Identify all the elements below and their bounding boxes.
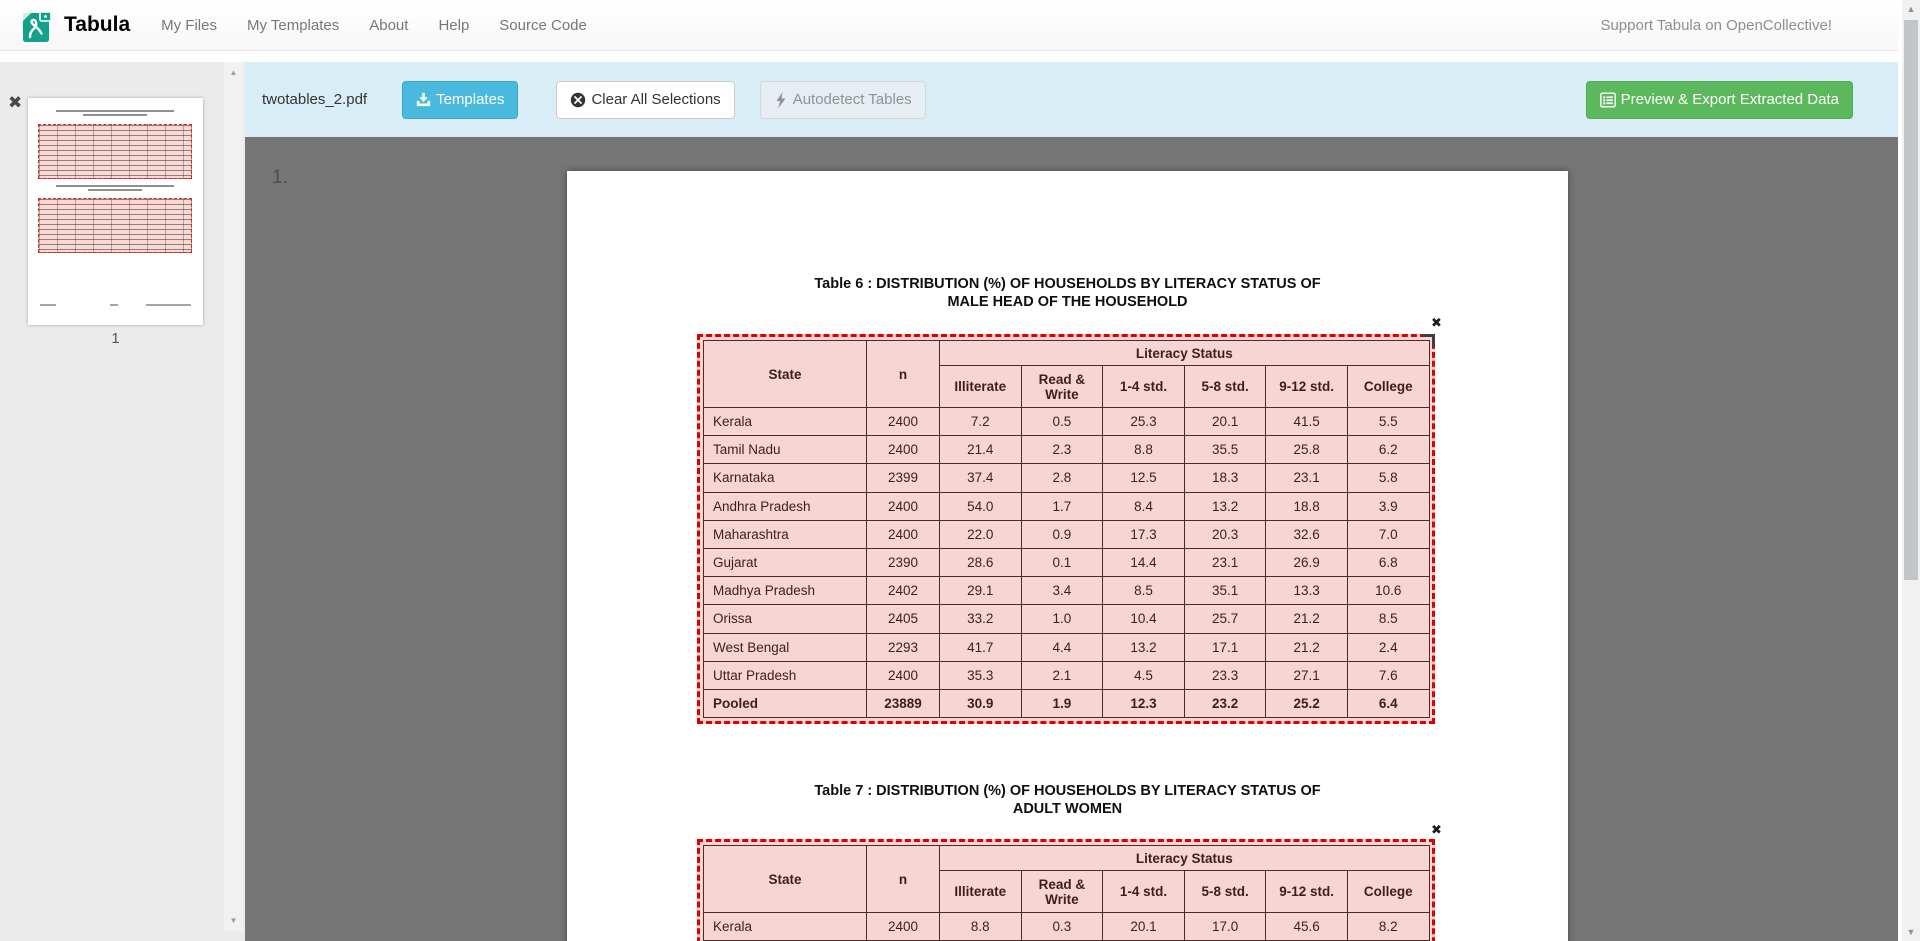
clear-all-selections-button[interactable]: Clear All Selections <box>556 81 734 119</box>
thumbnail-page-number: 1 <box>28 330 203 347</box>
tabula-logo-icon[interactable] <box>22 7 55 43</box>
filename-label: twotables_2.pdf <box>262 91 367 108</box>
table7-title: Table 7 : DISTRIBUTION (%) OF HOUSEHOLDS… <box>567 783 1568 818</box>
selection-close-icon[interactable]: ✖ <box>1431 316 1442 329</box>
scrollbar-thumb[interactable] <box>1904 20 1918 580</box>
thumbnail-text-line <box>83 114 147 116</box>
app-window: Tabula My Files My Templates About Help Sour… <box>0 0 1920 941</box>
list-alt-icon <box>1600 92 1616 108</box>
scroll-up-icon[interactable]: ▲ <box>1902 4 1920 14</box>
pdf-viewport: 1. Table 6 : DISTRIBUTION (%) OF HOUSEHO… <box>245 137 1898 941</box>
selection-resize-handle[interactable] <box>1422 334 1435 347</box>
save-template-icon <box>416 92 431 107</box>
sidebar-scrollbar[interactable]: ▲ ▼ <box>224 62 243 931</box>
support-link[interactable]: Support Tabula on OpenCollective! <box>1600 17 1832 34</box>
autodetect-tables-button[interactable]: Autodetect Tables <box>760 81 926 119</box>
scroll-down-icon[interactable]: ▼ <box>224 916 243 925</box>
clear-button-label: Clear All Selections <box>591 91 720 108</box>
page-thumbnail[interactable] <box>28 98 203 325</box>
pdf-page[interactable]: Table 6 : DISTRIBUTION (%) OF HOUSEHOLDS… <box>567 171 1568 941</box>
thumbnail-selection-2 <box>38 198 192 253</box>
nav-link-my-files[interactable]: My Files <box>161 17 217 34</box>
thumbnail-text-line <box>88 189 142 191</box>
selection-box-table6[interactable] <box>697 334 1435 724</box>
thumbnail-selection-1 <box>38 124 192 179</box>
selection-box-table7[interactable] <box>697 839 1435 941</box>
page-marker: 1. <box>272 167 288 189</box>
nav-link-source-code[interactable]: Source Code <box>499 17 587 34</box>
export-button-label: Preview & Export Extracted Data <box>1621 91 1839 108</box>
table6-title: Table 6 : DISTRIBUTION (%) OF HOUSEHOLDS… <box>567 276 1568 311</box>
thumbnail-text-line <box>56 185 174 187</box>
thumbnail-footer-line <box>40 304 56 306</box>
remove-circle-icon <box>570 92 586 108</box>
templates-button-label: Templates <box>436 91 504 108</box>
thumbnail-footer-line <box>110 304 118 306</box>
preview-export-button[interactable]: Preview & Export Extracted Data <box>1586 81 1853 119</box>
navbar: Tabula My Files My Templates About Help Sour… <box>0 0 1898 51</box>
lightning-bolt-icon <box>774 92 788 108</box>
toolbar: twotables_2.pdf Templates Clear All Sele… <box>245 62 1898 137</box>
nav-link-about[interactable]: About <box>369 17 408 34</box>
nav-link-help[interactable]: Help <box>438 17 469 34</box>
nav-links: My Files My Templates About Help Source Code <box>161 17 587 34</box>
scroll-down-icon[interactable]: ▼ <box>1902 927 1920 937</box>
brand-title[interactable]: Tabula <box>64 13 130 37</box>
thumbnail-text-line <box>56 110 174 112</box>
selection-close-icon[interactable]: ✖ <box>1431 823 1442 836</box>
nav-link-my-templates[interactable]: My Templates <box>247 17 339 34</box>
thumbnail-close-icon[interactable]: ✖ <box>8 94 22 111</box>
thumbnail-footer-line <box>146 304 191 306</box>
sidebar: ✖ 1 ▲ ▼ <box>0 62 245 941</box>
templates-button[interactable]: Templates <box>402 81 518 119</box>
scroll-up-icon[interactable]: ▲ <box>224 68 243 77</box>
autodetect-button-label: Autodetect Tables <box>793 91 912 108</box>
window-scrollbar[interactable]: ▲ ▼ <box>1902 0 1920 941</box>
